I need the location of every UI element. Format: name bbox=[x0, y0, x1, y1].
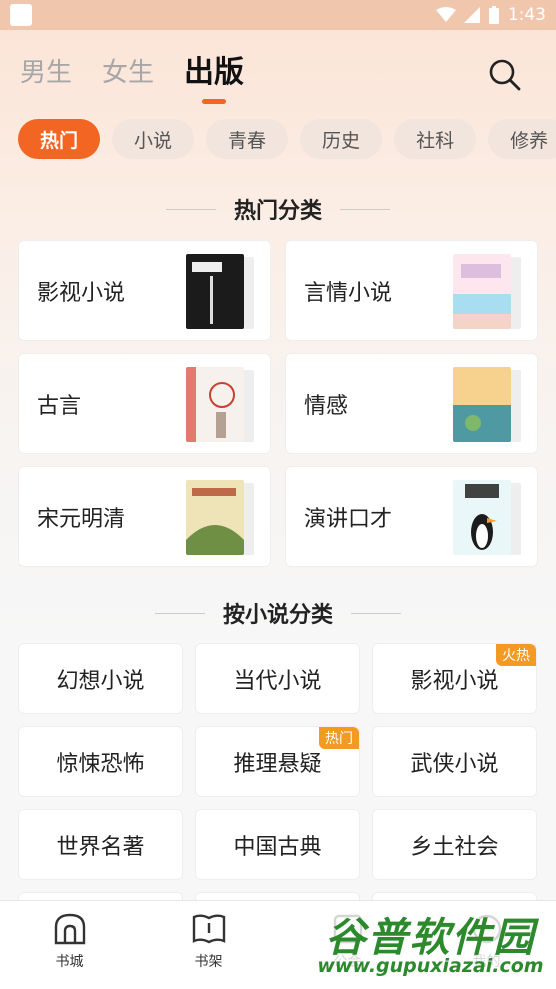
chip-social-science[interactable]: 社科 bbox=[394, 119, 477, 159]
bookshelf-icon bbox=[192, 914, 225, 944]
hot-badge: 火热 bbox=[496, 644, 536, 666]
novel-section-label: 按小说分类 bbox=[222, 603, 333, 628]
novel-card-rural-society[interactable]: 乡土社会 bbox=[372, 809, 537, 880]
hot-category-grid: 影视小说 言情小说 古言 情感 宋元明清 演讲口才 bbox=[18, 240, 538, 567]
book-cover-image bbox=[453, 367, 511, 442]
battery-icon bbox=[488, 6, 499, 24]
chip-hot[interactable]: 热门 bbox=[18, 119, 101, 159]
book-cover-image bbox=[186, 367, 244, 442]
novel-card-contemporary[interactable]: 当代小说 bbox=[195, 643, 360, 714]
novel-card-horror[interactable]: 惊悚恐怖 bbox=[18, 726, 183, 797]
novel-card-wuxia[interactable]: 武侠小说 bbox=[372, 726, 537, 797]
nav-label: 书城 bbox=[55, 954, 84, 970]
category-chips: 热门 小说 青春 历史 社科 修养 bbox=[18, 119, 556, 161]
novel-card-film[interactable]: 影视小说 火热 bbox=[372, 643, 537, 714]
hot-card-label: 古言 bbox=[37, 393, 82, 419]
status-bar: 1:43 bbox=[0, 0, 556, 30]
book-cover-image bbox=[453, 480, 511, 555]
novel-card-mystery[interactable]: 推理悬疑 热门 bbox=[195, 726, 360, 797]
hot-card-emotion[interactable]: 情感 bbox=[285, 353, 538, 454]
notification-icon bbox=[10, 4, 32, 26]
novel-card-label: 世界名著 bbox=[56, 834, 145, 860]
book-cover-image bbox=[186, 254, 244, 329]
hot-card-film-novel[interactable]: 影视小说 bbox=[18, 240, 271, 341]
novel-card-label: 当代小说 bbox=[233, 668, 322, 694]
divider bbox=[154, 612, 205, 614]
novel-card-label: 乡土社会 bbox=[410, 834, 499, 860]
nav-bookshelf[interactable]: 书架 bbox=[139, 901, 278, 989]
novel-card-label: 推理悬疑 bbox=[233, 751, 322, 777]
hot-card-label: 影视小说 bbox=[37, 280, 126, 306]
novel-section-title: 按小说分类 bbox=[0, 597, 556, 629]
tab-female[interactable]: 女生 bbox=[102, 50, 154, 96]
hot-card-label: 情感 bbox=[304, 393, 349, 419]
novel-card-world-classics[interactable]: 世界名著 bbox=[18, 809, 183, 880]
book-cover-image bbox=[186, 480, 244, 555]
divider bbox=[165, 208, 216, 210]
tab-male[interactable]: 男生 bbox=[20, 50, 72, 96]
hot-card-speech-eloquence[interactable]: 演讲口才 bbox=[285, 466, 538, 567]
watermark-logo: 谷普软件园 www.gupuxiazai.com bbox=[305, 903, 556, 987]
chip-cultivation[interactable]: 修养 bbox=[488, 119, 556, 159]
wifi-icon bbox=[435, 7, 456, 22]
novel-card-label: 惊悚恐怖 bbox=[56, 751, 145, 777]
hot-section-label: 热门分类 bbox=[233, 199, 322, 224]
status-icons: 1:43 bbox=[435, 5, 546, 25]
watermark-url: www.gupuxiazai.com bbox=[317, 955, 544, 977]
hot-card-label: 宋元明清 bbox=[37, 506, 126, 532]
hot-card-ancient-romance[interactable]: 古言 bbox=[18, 353, 271, 454]
divider bbox=[340, 208, 390, 210]
hot-card-romance-novel[interactable]: 言情小说 bbox=[285, 240, 538, 341]
novel-card-label: 武侠小说 bbox=[410, 751, 499, 777]
bookstore-icon bbox=[54, 913, 85, 945]
search-icon[interactable] bbox=[488, 58, 522, 92]
book-cover-image bbox=[453, 254, 511, 329]
nav-bookstore[interactable]: 书城 bbox=[0, 901, 139, 989]
hot-card-song-yuan-ming-qing[interactable]: 宋元明清 bbox=[18, 466, 271, 567]
hot-card-label: 言情小说 bbox=[304, 280, 393, 306]
chip-history[interactable]: 历史 bbox=[300, 119, 383, 159]
hot-badge: 热门 bbox=[319, 727, 359, 749]
divider bbox=[351, 612, 401, 614]
novel-card-label: 影视小说 bbox=[410, 668, 499, 694]
novel-card-label: 幻想小说 bbox=[56, 668, 145, 694]
novel-card-label: 中国古典 bbox=[233, 834, 322, 860]
status-time: 1:43 bbox=[507, 5, 546, 25]
signal-icon bbox=[463, 7, 480, 23]
novel-category-grid: 幻想小说 当代小说 影视小说 火热 惊悚恐怖 推理悬疑 热门 武侠小说 世界名著… bbox=[18, 643, 538, 932]
tab-publish[interactable]: 出版 bbox=[184, 50, 244, 96]
hot-card-label: 演讲口才 bbox=[304, 506, 393, 532]
novel-card-chinese-classics[interactable]: 中国古典 bbox=[195, 809, 360, 880]
chip-novel[interactable]: 小说 bbox=[112, 119, 195, 159]
top-tabs: 男生 女生 出版 bbox=[20, 50, 536, 110]
chip-youth[interactable]: 青春 bbox=[206, 119, 289, 159]
novel-card-fantasy[interactable]: 幻想小说 bbox=[18, 643, 183, 714]
hot-section-title: 热门分类 bbox=[0, 193, 556, 225]
nav-label: 书架 bbox=[194, 954, 223, 970]
